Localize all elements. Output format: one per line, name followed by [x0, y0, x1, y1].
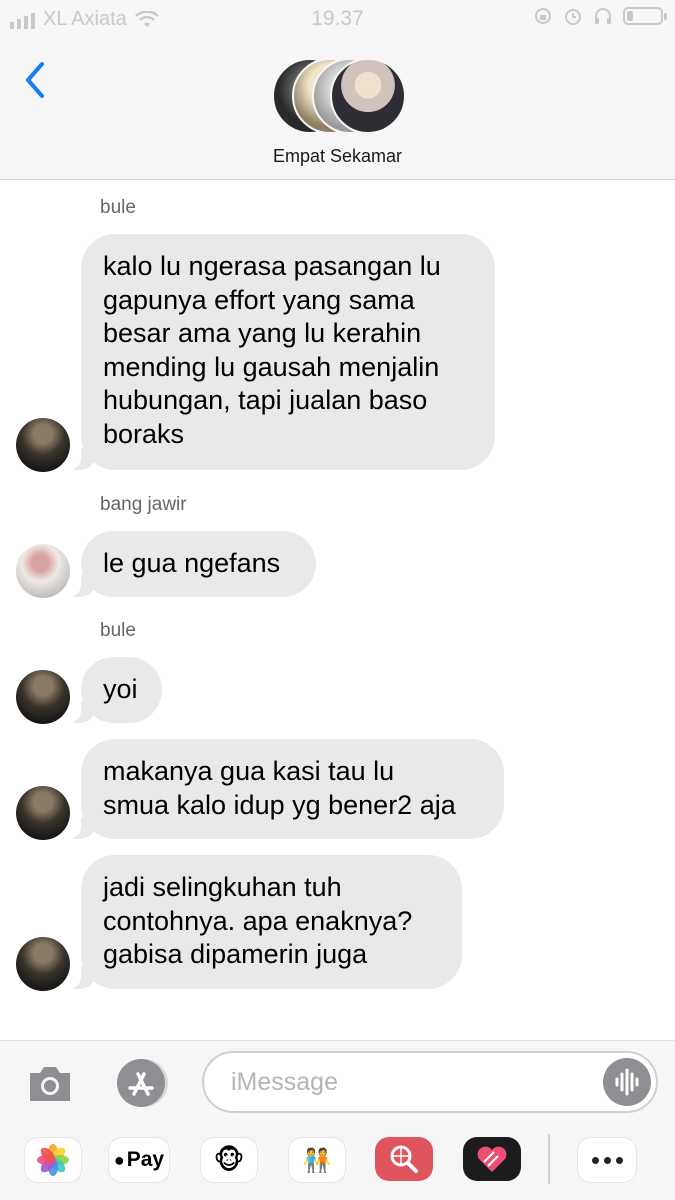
rotation-lock-icon	[535, 8, 551, 24]
photos-icon	[37, 1144, 69, 1176]
avatar[interactable]	[16, 937, 70, 991]
message-bubble[interactable]: le gua ngefans	[67, 531, 316, 597]
heart-icon	[477, 1146, 507, 1172]
status-bar: XL Axiata 19.37	[0, 0, 675, 40]
sender-name: bule	[100, 197, 136, 218]
sender-name: bule	[100, 620, 136, 641]
tray-divider	[548, 1134, 550, 1184]
avatar[interactable]	[16, 544, 70, 598]
memoji-button[interactable]: 🧑‍🤝‍🧑	[288, 1137, 346, 1183]
search-globe-icon	[390, 1145, 418, 1173]
message-bubble[interactable]: yoi	[67, 657, 162, 723]
avatar[interactable]	[16, 786, 70, 840]
animoji-button[interactable]: 🐵	[200, 1137, 258, 1183]
headphones-icon	[595, 8, 611, 24]
battery-icon	[623, 7, 667, 25]
group-avatars[interactable]	[272, 58, 406, 134]
heart-app-button[interactable]	[463, 1137, 521, 1181]
avatar[interactable]	[16, 418, 70, 472]
avatar	[330, 58, 406, 134]
apple-logo-icon: ●	[113, 1149, 125, 1170]
status-icons	[533, 6, 667, 26]
photos-app-button[interactable]	[24, 1137, 82, 1183]
back-button[interactable]	[20, 58, 56, 102]
more-icon	[591, 1156, 623, 1164]
message-bubble[interactable]: jadi selingkuhan tuh contohnya. apa enak…	[67, 855, 462, 989]
message-bubble[interactable]: kalo lu ngerasa pasangan lu gapunya effo…	[67, 234, 495, 470]
apple-pay-button[interactable]: ● Pay	[108, 1137, 170, 1183]
monkey-icon: 🐵	[213, 1144, 245, 1175]
app-drawer: ● Pay 🐵 🧑‍🤝‍🧑	[0, 1090, 675, 1200]
more-apps-button[interactable]	[577, 1137, 637, 1183]
message-bubble[interactable]: makanya gua kasi tau lu smua kalo idup y…	[67, 739, 504, 839]
apple-pay-label: Pay	[126, 1148, 165, 1171]
conversation-header: XL Axiata 19.37 Empat Sekamar	[0, 0, 675, 180]
avatar[interactable]	[16, 670, 70, 724]
chevron-left-icon	[26, 62, 44, 98]
group-name[interactable]: Empat Sekamar	[0, 146, 675, 167]
memoji-icon: 🧑‍🤝‍🧑	[302, 1146, 332, 1173]
alarm-icon	[565, 9, 581, 25]
sender-name: bang jawir	[100, 494, 187, 515]
image-search-button[interactable]	[375, 1137, 433, 1181]
